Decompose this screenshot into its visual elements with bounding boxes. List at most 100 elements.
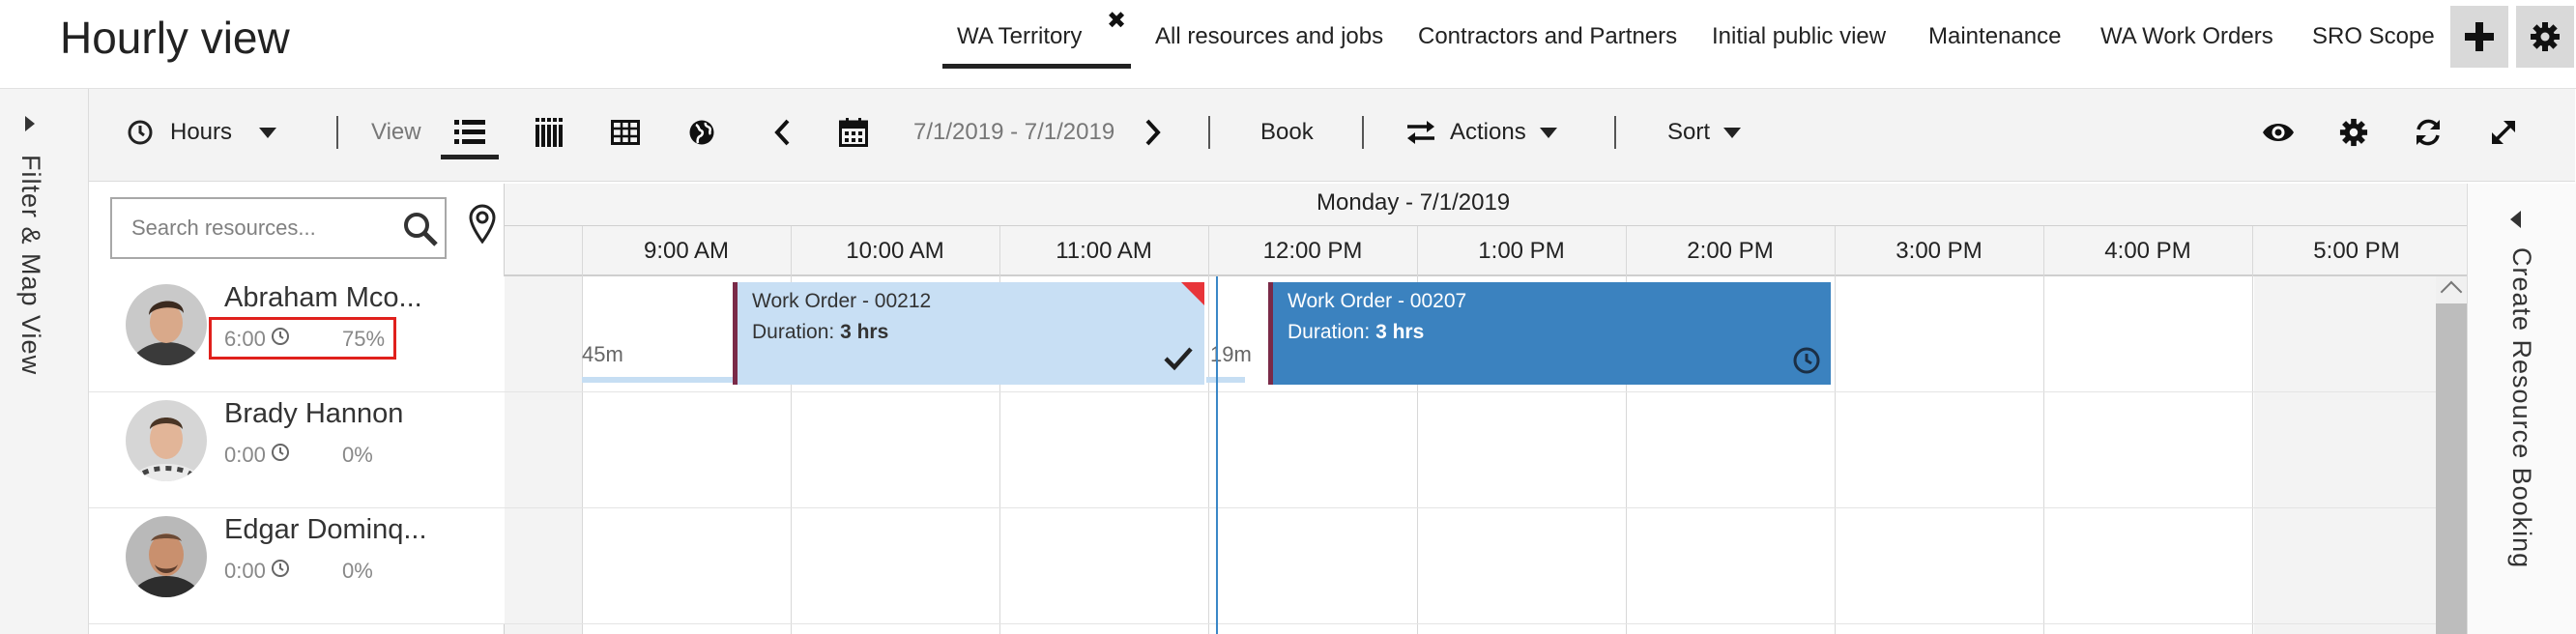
hour-label: 12:00 PM bbox=[1262, 238, 1363, 264]
schedule-row[interactable] bbox=[505, 508, 2467, 624]
schedule-toolbar: Hours View 7/1/2019 - 7/1/2019 Book Acti… bbox=[89, 89, 2575, 182]
booking-work-order[interactable]: Work Order - 00207 Duration: 3 hrs bbox=[1268, 282, 1831, 385]
tab-wa-work-orders[interactable]: WA Work Orders bbox=[2100, 17, 2273, 56]
current-time-line bbox=[1216, 276, 1218, 634]
calendar-icon bbox=[839, 118, 868, 147]
priority-flag bbox=[1181, 282, 1204, 305]
next-day-button[interactable] bbox=[1144, 89, 1162, 176]
close-icon[interactable]: ✖ bbox=[1107, 6, 1126, 37]
search-icon[interactable] bbox=[402, 211, 439, 247]
day-header: Monday - 7/1/2019 bbox=[505, 184, 2467, 226]
expand-arrow-icon[interactable] bbox=[25, 116, 35, 131]
globe-icon bbox=[689, 120, 714, 145]
hour-label: 1:00 PM bbox=[1478, 238, 1565, 264]
chevron-down-icon bbox=[259, 127, 277, 138]
tab-maintenance[interactable]: Maintenance bbox=[1928, 17, 2061, 56]
board-settings-button[interactable] bbox=[2516, 6, 2574, 68]
grid-view-button[interactable] bbox=[611, 89, 640, 176]
travel-time-bar bbox=[582, 377, 756, 383]
chevron-right-icon bbox=[1145, 119, 1161, 146]
travel-time-label: 45m bbox=[582, 342, 623, 366]
actions-dropdown[interactable]: Actions bbox=[1405, 89, 1557, 176]
booking-work-order[interactable]: Work Order - 00212 Duration: 3 hrs bbox=[733, 282, 1204, 385]
previous-day-button[interactable] bbox=[773, 89, 791, 176]
sort-dropdown[interactable]: Sort bbox=[1667, 89, 1742, 176]
avatar bbox=[126, 400, 207, 481]
list-icon bbox=[454, 120, 485, 144]
schedule-board: Monday - 7/1/2019 9:00 AM 10:00 AM 11:00… bbox=[505, 184, 2467, 634]
show-hide-button[interactable] bbox=[2262, 89, 2295, 176]
date-picker-button[interactable] bbox=[839, 89, 868, 176]
gear-icon bbox=[2339, 118, 2368, 147]
eye-icon bbox=[2263, 124, 2294, 141]
resource-row[interactable]: Edgar Dominq... 0:00 0% bbox=[89, 508, 505, 624]
divider bbox=[1614, 116, 1616, 149]
filter-map-rail[interactable]: Filter & Map View bbox=[0, 89, 89, 634]
actions-label: Actions bbox=[1450, 119, 1526, 145]
vertical-view-button[interactable] bbox=[535, 89, 563, 176]
list-view-button[interactable] bbox=[454, 89, 485, 176]
resource-row[interactable]: Abraham Mco... 6:00 75% bbox=[89, 276, 505, 392]
date-range-display[interactable]: 7/1/2019 - 7/1/2019 bbox=[913, 89, 1114, 176]
chevron-down-icon bbox=[1539, 127, 1557, 138]
search-input[interactable] bbox=[131, 211, 392, 245]
tab-all-resources-and-jobs[interactable]: All resources and jobs bbox=[1155, 17, 1383, 56]
resource-row[interactable]: Brady Hannon 0:00 0% bbox=[89, 392, 505, 508]
clock-icon bbox=[272, 444, 289, 461]
create-resource-booking-label[interactable]: Create Resource Booking bbox=[2506, 247, 2536, 568]
vertical-scrollbar[interactable] bbox=[2436, 276, 2467, 634]
hour-header: 9:00 AM 10:00 AM 11:00 AM 12:00 PM 1:00 … bbox=[505, 226, 2467, 276]
resource-name: Edgar Dominq... bbox=[224, 514, 427, 545]
map-view-button[interactable] bbox=[688, 89, 715, 176]
clock-icon bbox=[128, 120, 153, 145]
schedule-row[interactable] bbox=[505, 392, 2467, 508]
tab-initial-public-view[interactable]: Initial public view bbox=[1712, 17, 1886, 56]
scrollbar-thumb[interactable] bbox=[2436, 303, 2467, 634]
add-tab-button[interactable] bbox=[2450, 6, 2508, 68]
book-button[interactable]: Book bbox=[1260, 89, 1314, 176]
hour-label: 3:00 PM bbox=[1896, 238, 1983, 264]
tab-wa-territory[interactable]: WA Territory bbox=[957, 17, 1082, 56]
create-resource-booking-rail[interactable]: Create Resource Booking bbox=[2467, 184, 2576, 634]
collapse-arrow-icon[interactable] bbox=[2510, 211, 2521, 228]
schedule-settings-button[interactable] bbox=[2339, 89, 2368, 176]
avatar bbox=[126, 284, 207, 365]
hours-dropdown[interactable]: Hours bbox=[128, 89, 277, 176]
tab-contractors-and-partners[interactable]: Contractors and Partners bbox=[1418, 17, 1677, 56]
resource-name: Abraham Mco... bbox=[224, 282, 422, 313]
highlight-annotation bbox=[209, 317, 396, 360]
map-pin-icon[interactable] bbox=[468, 203, 497, 244]
booking-title: Work Order - 00207 bbox=[1288, 290, 1467, 312]
hour-label: 4:00 PM bbox=[2104, 238, 2191, 264]
divider bbox=[1362, 116, 1364, 149]
clock-icon bbox=[1793, 347, 1820, 374]
fullscreen-button[interactable] bbox=[2490, 89, 2517, 176]
resource-utilization: 0% bbox=[342, 443, 373, 467]
filter-map-view-label[interactable]: Filter & Map View bbox=[15, 155, 45, 375]
booking-duration: Duration: 3 hrs bbox=[1288, 321, 1425, 343]
chevron-left-icon bbox=[774, 119, 790, 146]
booking-duration: Duration: 3 hrs bbox=[752, 321, 889, 343]
refresh-icon bbox=[2417, 119, 2440, 146]
search-box bbox=[110, 197, 447, 259]
swap-arrows-icon bbox=[1407, 121, 1434, 144]
divider bbox=[1208, 116, 1210, 149]
booking-title: Work Order - 00212 bbox=[752, 290, 932, 312]
scroll-up-icon[interactable] bbox=[2440, 280, 2463, 303]
active-tab-indicator bbox=[942, 64, 1131, 69]
resource-hours: 0:00 bbox=[224, 559, 266, 583]
resource-hours: 0:00 bbox=[224, 443, 266, 467]
hour-label: 2:00 PM bbox=[1687, 238, 1774, 264]
resource-utilization: 0% bbox=[342, 559, 373, 583]
booking-status-edge bbox=[1268, 282, 1273, 385]
page-title: Hourly view bbox=[60, 13, 290, 63]
hour-label: 5:00 PM bbox=[2313, 238, 2400, 264]
divider bbox=[336, 116, 338, 149]
avatar bbox=[126, 516, 207, 597]
hour-label: 10:00 AM bbox=[846, 238, 944, 264]
refresh-button[interactable] bbox=[2414, 89, 2443, 176]
view-label: View bbox=[371, 119, 421, 145]
tab-sro-scope[interactable]: SRO Scope bbox=[2312, 17, 2435, 56]
hour-label: 11:00 AM bbox=[1056, 238, 1152, 264]
checkmark-icon bbox=[1164, 347, 1193, 371]
